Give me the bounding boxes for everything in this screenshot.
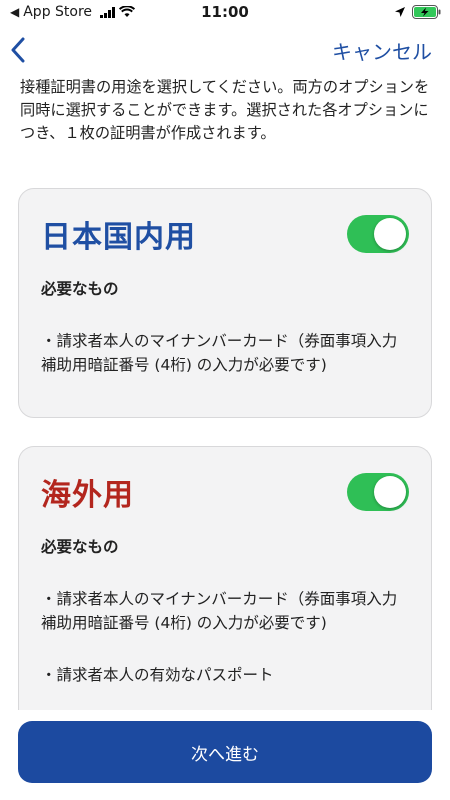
toggle-knob — [374, 476, 406, 508]
option-card-overseas: 海外用 必要なもの ・請求者本人のマイナンバーカード（券面事項入力補助用暗証番号… — [18, 446, 432, 746]
toggle-domestic[interactable] — [347, 215, 409, 253]
requirement-item: ・請求者本人のマイナンバーカード（券面事項入力補助用暗証番号 (4桁) の入力が… — [41, 590, 398, 632]
cancel-button[interactable]: キャンセル — [332, 36, 432, 65]
toggle-overseas[interactable] — [347, 473, 409, 511]
battery-charging-icon — [412, 5, 441, 19]
requirement-item: ・請求者本人のマイナンバーカード（券面事項入力補助用暗証番号 (4桁) の入力が… — [41, 332, 398, 374]
status-bar: ◀ App Store 11:00 — [0, 0, 450, 24]
status-back-to-app[interactable]: ◀ App Store — [10, 4, 136, 20]
back-to-app-icon: ◀ — [10, 5, 20, 19]
chevron-left-icon — [11, 37, 25, 63]
requirements-label: 必要なもの — [41, 280, 119, 298]
wifi-icon — [119, 6, 136, 17]
option-title-domestic: 日本国内用 — [41, 220, 196, 255]
intro-text: 接種証明書の用途を選択してください。両方のオプションを同時に選択することができま… — [20, 78, 430, 142]
toggle-knob — [374, 218, 406, 250]
requirements-label: 必要なもの — [41, 538, 119, 556]
option-title-overseas: 海外用 — [41, 478, 134, 513]
option-card-domestic: 日本国内用 必要なもの ・請求者本人のマイナンバーカード（券面事項入力補助用暗証… — [18, 188, 432, 418]
signal-icon — [100, 6, 116, 18]
back-button[interactable] — [10, 32, 38, 68]
next-button[interactable]: 次へ進む — [18, 721, 432, 783]
back-to-app-label: App Store — [23, 4, 93, 20]
location-arrow-icon — [395, 7, 405, 17]
requirement-item: ・請求者本人の有効なパスポート — [41, 666, 274, 684]
nav-bar: キャンセル — [0, 26, 450, 74]
